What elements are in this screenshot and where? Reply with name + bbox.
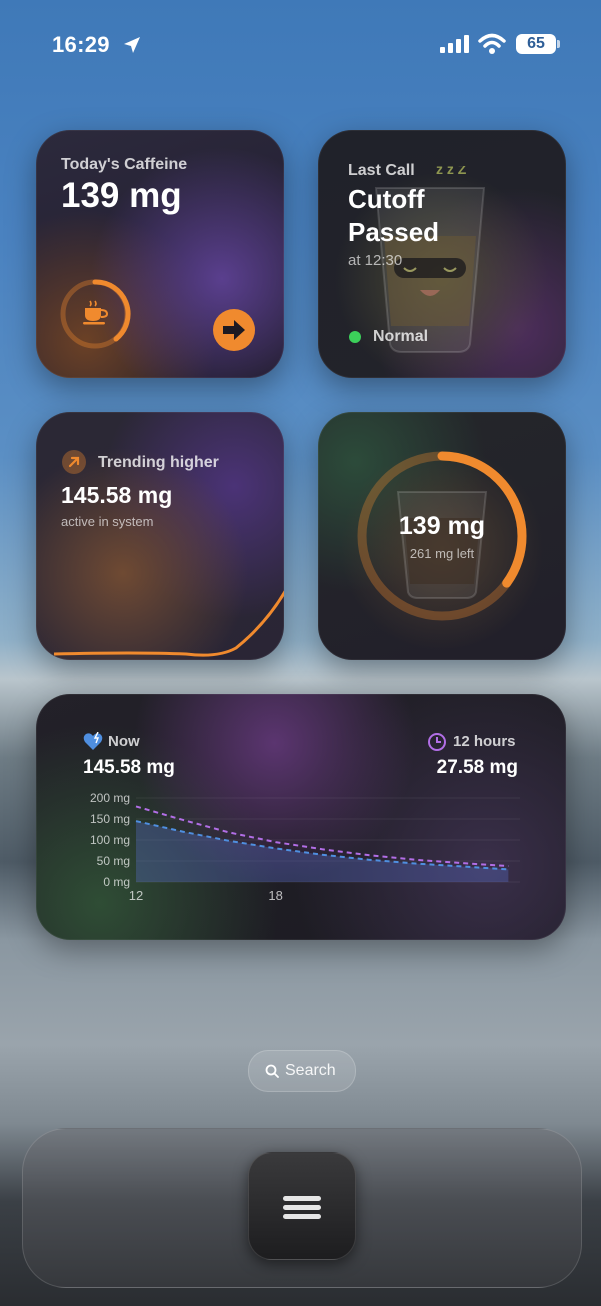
location-arrow-icon: [124, 37, 140, 53]
y-tick-label: 50 mg: [97, 854, 130, 868]
search-icon: [265, 1064, 279, 1078]
menu-line: [283, 1205, 321, 1210]
status-time: 16:29: [52, 32, 110, 57]
today-amount: 139 mg: [61, 176, 182, 215]
last-call-label: Last Call: [348, 162, 415, 179]
decay-chart: 200 mg 150 mg 100 mg 50 mg 0 mg12 18: [90, 791, 520, 903]
trend-sub: active in system: [61, 514, 154, 529]
search-label: Search: [285, 1062, 336, 1079]
last-call-status: Normal: [373, 328, 429, 345]
chart-area: [136, 821, 509, 882]
y-tick-label: 200 mg: [90, 791, 130, 805]
battery-tip: [557, 40, 560, 48]
y-tick-label: 150 mg: [90, 812, 130, 826]
menu-line: [283, 1196, 321, 1201]
svg-text:z z Z: z z Z: [436, 166, 467, 177]
coffee-cup-icon: [83, 300, 109, 325]
status-dot: [349, 331, 361, 343]
ring-left: 261 mg left: [409, 546, 475, 561]
trend-sparkline: [53, 590, 284, 657]
cellular-signal-icon: [440, 35, 469, 53]
decay-chart-widget[interactable]: Now 145.58 mg 12 hours 27.58 mg 200 mg 15…: [36, 694, 566, 940]
last-call-title-line1: Cutoff: [348, 184, 425, 214]
x-tick-label: 12: [129, 888, 143, 903]
today-label: Today's Caffeine: [61, 156, 188, 173]
status-bar: 16:29 65: [0, 0, 601, 90]
menu-line: [283, 1214, 321, 1219]
trending-up-icon: [62, 450, 86, 474]
trend-widget[interactable]: Trending higher 145.58 mg active in syst…: [36, 412, 284, 660]
last-call-time: at 12:30: [348, 252, 403, 269]
x-tick-label: 18: [268, 888, 282, 903]
arrow-right-icon[interactable]: [212, 308, 256, 352]
y-tick-label: 100 mg: [90, 833, 130, 847]
trend-label: Trending higher: [98, 454, 219, 471]
y-tick-label: 0 mg: [103, 875, 130, 889]
wifi-icon: [478, 33, 506, 54]
battery-indicator: 65: [516, 34, 556, 54]
trend-amount: 145.58 mg: [61, 482, 173, 508]
last-call-title-line2: Passed: [348, 217, 440, 247]
app-icon-menu[interactable]: [248, 1152, 356, 1260]
remaining-ring-widget[interactable]: 139 mg 261 mg left: [318, 412, 566, 660]
search-button[interactable]: Search: [248, 1050, 356, 1092]
today-caffeine-widget[interactable]: Today's Caffeine 139 mg: [36, 130, 284, 378]
last-call-widget[interactable]: z z Z Last Call Cutoff Passed at 12:30 N…: [318, 130, 566, 378]
ring-amount: 139 mg: [398, 512, 486, 540]
